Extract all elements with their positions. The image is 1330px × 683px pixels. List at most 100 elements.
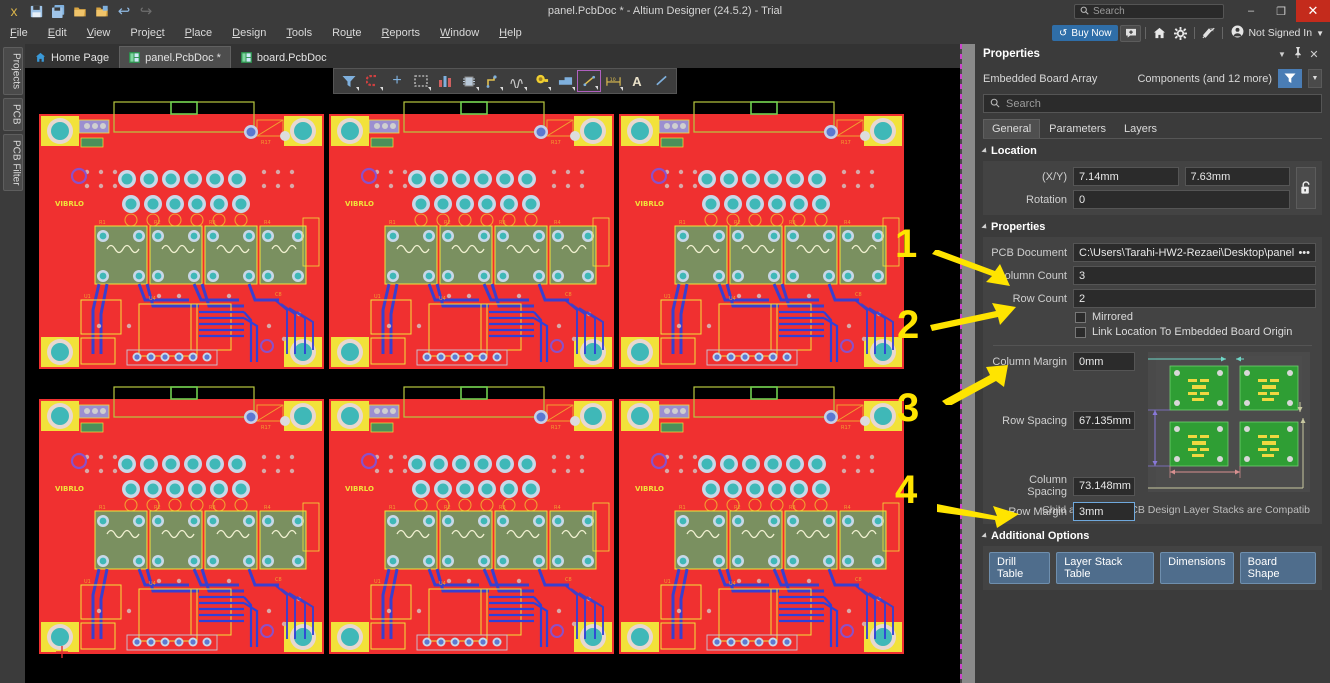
column-count-input[interactable]: 3 [1073, 266, 1316, 285]
layer-stack-table-button[interactable]: Layer Stack Table [1056, 552, 1155, 584]
properties-search-input[interactable]: Search [983, 94, 1322, 113]
mirrored-row[interactable]: Mirrored [1075, 311, 1316, 323]
global-search-input[interactable]: Search [1074, 2, 1224, 20]
altium-designer-window: x ↩ ↪ panel.PcbDoc * - Altium Designer (… [0, 0, 1330, 683]
menu-help[interactable]: Help [489, 22, 532, 44]
mirrored-label: Mirrored [1092, 311, 1133, 323]
filter-icon[interactable] [1278, 69, 1302, 88]
section-properties-title: Properties [991, 221, 1046, 233]
tab-general[interactable]: General [983, 119, 1041, 138]
tab-parameters[interactable]: Parameters [1040, 119, 1115, 138]
menu-file[interactable]: File [0, 22, 38, 44]
collapse-icon[interactable]: ▼ [1274, 50, 1290, 59]
section-properties[interactable]: Properties [975, 215, 1330, 237]
tab-home-page[interactable]: Home Page [25, 46, 119, 68]
altium-logo-icon[interactable]: x [4, 2, 24, 20]
gear-icon[interactable] [1171, 25, 1190, 42]
annotation-arrow-4 [937, 504, 1019, 528]
menu-edit[interactable]: Edit [38, 22, 77, 44]
route-differential-icon[interactable] [505, 70, 529, 92]
dimensions-button[interactable]: Dimensions [1160, 552, 1234, 584]
row-spacing-input[interactable]: 67.135mm [1073, 411, 1135, 430]
chevron-down-icon [981, 147, 989, 155]
notifications-icon[interactable] [1120, 24, 1142, 42]
menu-window[interactable]: Window [430, 22, 489, 44]
chevron-down-icon [981, 223, 989, 231]
sidebar-item-projects[interactable]: Projects [2, 47, 23, 96]
tab-board-pcbdoc[interactable]: board.PcbDoc [231, 46, 337, 68]
link-location-row[interactable]: Link Location To Embedded Board Origin [1075, 326, 1316, 338]
filter-icon[interactable] [337, 70, 361, 92]
pcb-document-input[interactable]: C:\Users\Tarahi-HW2-Rezaei\Desktop\panel… [1073, 243, 1316, 262]
place-crosshair-icon[interactable]: + [385, 70, 409, 92]
annotation-number-2: 2 [897, 303, 920, 347]
place-dimension-icon[interactable]: 10 [601, 70, 625, 92]
redo-icon[interactable]: ↪ [136, 2, 156, 20]
column-spacing-input[interactable]: 73.148mm [1073, 476, 1135, 496]
place-component-icon[interactable] [457, 70, 481, 92]
open-icon[interactable] [70, 2, 90, 20]
location-x-input[interactable]: 7.14mm [1073, 167, 1179, 186]
section-additional-options[interactable]: Additional Options [975, 524, 1330, 546]
row-margin-input[interactable]: 3mm [1073, 502, 1135, 521]
pcb-document-row: PCB Document C:\Users\Tarahi-HW2-Rezaei\… [989, 243, 1316, 262]
pin-icon[interactable] [1290, 47, 1306, 61]
place-arc-icon[interactable] [649, 70, 673, 92]
properties-tab-bar: General Parameters Layers [983, 119, 1322, 139]
extensions-icon[interactable] [1199, 25, 1218, 42]
minimize-button[interactable]: – [1236, 0, 1266, 22]
close-icon[interactable]: ✕ [1306, 48, 1322, 61]
open-project-icon[interactable] [92, 2, 112, 20]
tab-layers[interactable]: Layers [1115, 119, 1166, 138]
browse-ellipsis-button[interactable]: ••• [1294, 247, 1310, 259]
buy-now-button[interactable]: ↺ Buy Now [1052, 25, 1119, 41]
pcb-canvas[interactable]: VIBRLO [25, 68, 960, 683]
magnet-icon[interactable] [361, 70, 385, 92]
rotation-input[interactable]: 0 [1073, 190, 1290, 209]
pcb-document-icon [240, 52, 252, 63]
menu-view[interactable]: View [77, 22, 121, 44]
search-icon [1080, 2, 1089, 20]
place-fill-icon[interactable] [553, 70, 577, 92]
sidebar-item-pcb[interactable]: PCB [2, 98, 23, 131]
location-y-input[interactable]: 7.63mm [1184, 167, 1290, 186]
link-location-checkbox[interactable] [1075, 326, 1086, 338]
undo-icon[interactable]: ↩ [114, 2, 134, 20]
home-icon[interactable] [1150, 25, 1169, 42]
row-count-input[interactable]: 2 [1073, 289, 1316, 308]
additional-options-buttons: Drill Table Layer Stack Table Dimensions… [983, 546, 1322, 590]
place-line-icon[interactable] [577, 70, 601, 92]
menu-route[interactable]: Route [322, 22, 371, 44]
mirrored-checkbox[interactable] [1075, 311, 1086, 323]
tab-label: panel.PcbDoc * [145, 51, 221, 64]
title-bar-right: Search – ❐ ✕ [1074, 0, 1330, 22]
menu-project[interactable]: Project [120, 22, 174, 44]
rotation-row: Rotation 0 [989, 190, 1290, 209]
save-all-icon[interactable] [48, 2, 68, 20]
save-icon[interactable] [26, 2, 46, 20]
close-button[interactable]: ✕ [1296, 0, 1330, 22]
unlock-icon[interactable] [1296, 167, 1316, 209]
column-margin-input[interactable]: 0mm [1073, 352, 1135, 371]
menu-design[interactable]: Design [222, 22, 276, 44]
place-polygon-icon[interactable] [433, 70, 457, 92]
chevron-down-icon[interactable]: ▼ [1308, 69, 1322, 88]
section-location[interactable]: Location [975, 139, 1330, 161]
tab-panel-pcbdoc[interactable]: panel.PcbDoc * [119, 46, 231, 68]
sidebar-item-pcb-filter[interactable]: PCB Filter [2, 133, 23, 192]
board-shape-button[interactable]: Board Shape [1239, 552, 1316, 584]
left-panel-rail: Projects PCB PCB Filter [0, 44, 25, 683]
properties-panel-header: Properties ▼ ✕ [975, 44, 1330, 64]
menu-place[interactable]: Place [175, 22, 223, 44]
menu-tools[interactable]: Tools [276, 22, 322, 44]
place-string-icon[interactable]: A [625, 70, 649, 92]
account-menu[interactable]: Not Signed In ▼ [1227, 25, 1328, 41]
annotation-arrow-2 [930, 303, 1016, 331]
selection-region-icon[interactable] [409, 70, 433, 92]
restore-button[interactable]: ❐ [1266, 0, 1296, 22]
pcb-document-icon [129, 52, 141, 63]
place-via-icon[interactable] [529, 70, 553, 92]
route-track-icon[interactable] [481, 70, 505, 92]
drill-table-button[interactable]: Drill Table [989, 552, 1051, 584]
menu-reports[interactable]: Reports [371, 22, 430, 44]
